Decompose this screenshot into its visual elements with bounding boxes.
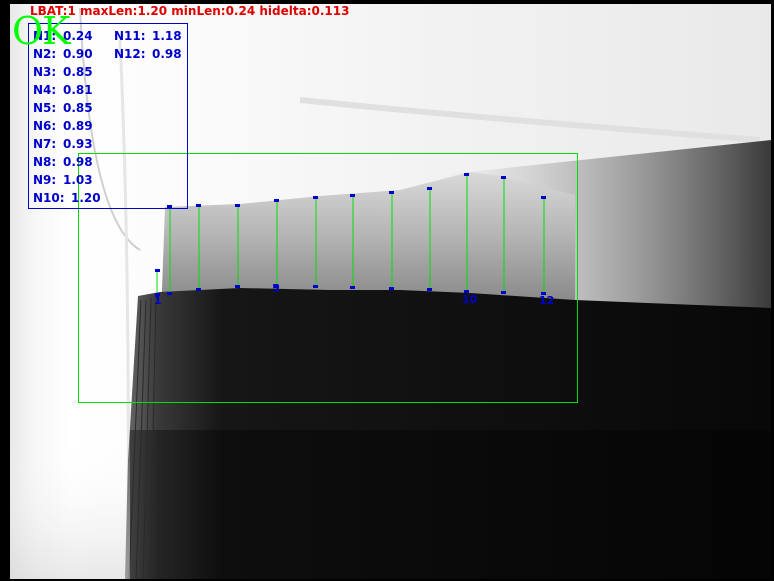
measurement-value: 0.81: [63, 83, 93, 97]
tab-number: 10: [462, 293, 478, 306]
tab-top-marker: [274, 199, 279, 202]
hidelta-value: hidelta:0.113: [259, 4, 350, 18]
tab-bottom-marker: [501, 291, 506, 294]
tab-top-marker: [313, 196, 318, 199]
reflection-band: [299, 97, 761, 143]
tab-number: 5: [272, 282, 280, 295]
tab-bottom-marker: [235, 285, 240, 288]
measurement-label: N9:: [33, 173, 57, 187]
tab-bottom-marker: [196, 288, 201, 291]
tab-number: 12: [539, 294, 555, 307]
tab-top-marker: [196, 204, 201, 207]
tab-bottom-marker: [167, 292, 172, 295]
tab-top-marker: [389, 191, 394, 194]
haze: [10, 440, 130, 579]
measurement-label: N4:: [33, 83, 57, 97]
tab-top-marker: [235, 204, 240, 207]
measurement-value: 0.93: [63, 137, 93, 151]
measurement-value: 0.85: [63, 65, 93, 79]
electrode-tabs: [162, 172, 575, 300]
status-line: LBAT:1 maxLen:1.20 minLen:0.24 hidelta:0…: [30, 4, 349, 18]
measurement-value: 1.20: [71, 191, 101, 205]
tab-top-marker: [541, 196, 546, 199]
measurement-label: N3:: [33, 65, 57, 79]
measurement-label: N8:: [33, 155, 57, 169]
tab-number: 1: [154, 294, 162, 307]
measurement-value: 0.98: [152, 47, 182, 61]
tab-bottom-marker: [427, 288, 432, 291]
measurement-label: N12:: [114, 47, 146, 61]
minlen-value: minLen:0.24: [171, 4, 256, 18]
measurement-label: N5:: [33, 101, 57, 115]
tab-top-marker: [464, 173, 469, 176]
ok-result: OK: [12, 9, 71, 53]
tab-top-marker: [427, 187, 432, 190]
tab-top-marker: [350, 194, 355, 197]
stack-shadow: [130, 430, 771, 579]
measurement-value: 1.03: [63, 173, 93, 187]
measurement-label: N11:: [114, 29, 146, 43]
tab-top-marker: [501, 176, 506, 179]
measurement-value: 1.18: [152, 29, 182, 43]
measurement-label: N10:: [33, 191, 65, 205]
measurement-label: N6:: [33, 119, 57, 133]
measurement-label: N7:: [33, 137, 57, 151]
measurement-value: 0.98: [63, 155, 93, 169]
tab-top-marker: [155, 269, 160, 272]
tab-bottom-marker: [313, 285, 318, 288]
tab-bottom-marker: [350, 286, 355, 289]
maxlen-value: maxLen:1.20: [80, 4, 168, 18]
tab-bottom-marker: [389, 287, 394, 290]
inspection-view: 1 5 10 12 LBAT:1 maxLen:1.20 minLen:0.24…: [0, 0, 774, 581]
measurement-value: 0.89: [63, 119, 93, 133]
measurement-value: 0.85: [63, 101, 93, 115]
